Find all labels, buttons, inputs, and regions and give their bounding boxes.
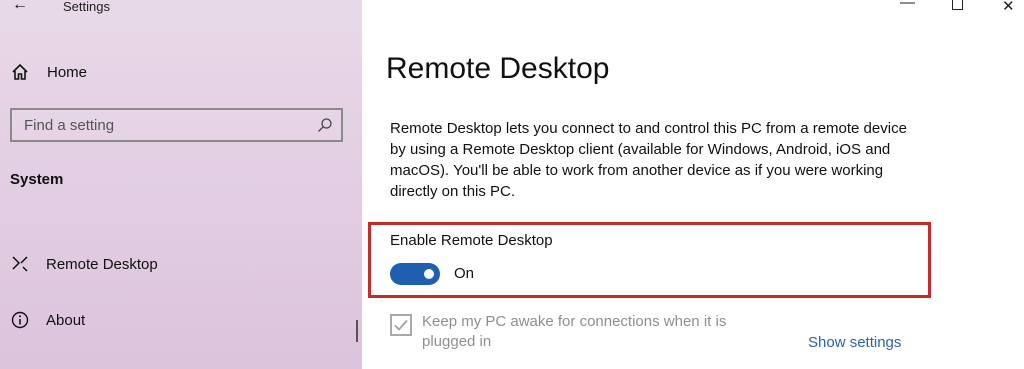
enable-remote-desktop-label: Enable Remote Desktop xyxy=(390,232,553,249)
search-box[interactable] xyxy=(10,108,343,142)
page-title: Remote Desktop xyxy=(386,52,610,85)
minimize-icon[interactable]: — xyxy=(900,0,915,11)
maximize-icon[interactable] xyxy=(952,0,963,14)
main-content: — ✕ Remote Desktop Remote Desktop lets y… xyxy=(362,0,1024,369)
sidebar-item-remote-desktop[interactable]: Remote Desktop xyxy=(10,252,158,276)
checkmark-icon xyxy=(394,319,408,331)
info-icon xyxy=(11,311,29,329)
back-arrow-icon[interactable]: ← xyxy=(12,0,28,14)
search-icon[interactable] xyxy=(317,117,333,133)
sidebar-item-about[interactable]: About xyxy=(10,308,85,332)
section-title: System xyxy=(10,171,64,188)
keep-awake-label: Keep my PC awake for connections when it… xyxy=(422,313,727,350)
keep-awake-checkbox[interactable] xyxy=(390,314,412,336)
home-nav-item[interactable]: Home xyxy=(10,60,87,84)
keep-awake-option[interactable]: Keep my PC awake for connections when it… xyxy=(390,312,762,352)
enable-remote-desktop-toggle[interactable] xyxy=(390,263,440,285)
show-settings-link[interactable]: Show settings xyxy=(808,334,901,351)
remote-desktop-icon xyxy=(12,256,28,272)
page-description: Remote Desktop lets you connect to and c… xyxy=(390,120,907,200)
app-title: Settings xyxy=(63,0,110,14)
title-bar: ← Settings xyxy=(0,0,362,16)
toggle-knob xyxy=(424,269,434,279)
sidebar-item-label: About xyxy=(46,311,86,329)
home-label: Home xyxy=(47,63,88,81)
sidebar: ← Settings Home System Remote Desktop xyxy=(0,0,362,369)
toggle-state-label: On xyxy=(454,265,475,282)
scrollbar-thumb[interactable] xyxy=(356,320,358,342)
sidebar-item-label: Remote Desktop xyxy=(46,255,158,273)
close-icon[interactable]: ✕ xyxy=(1002,0,1015,15)
home-icon xyxy=(12,63,28,80)
search-input[interactable] xyxy=(24,116,304,134)
